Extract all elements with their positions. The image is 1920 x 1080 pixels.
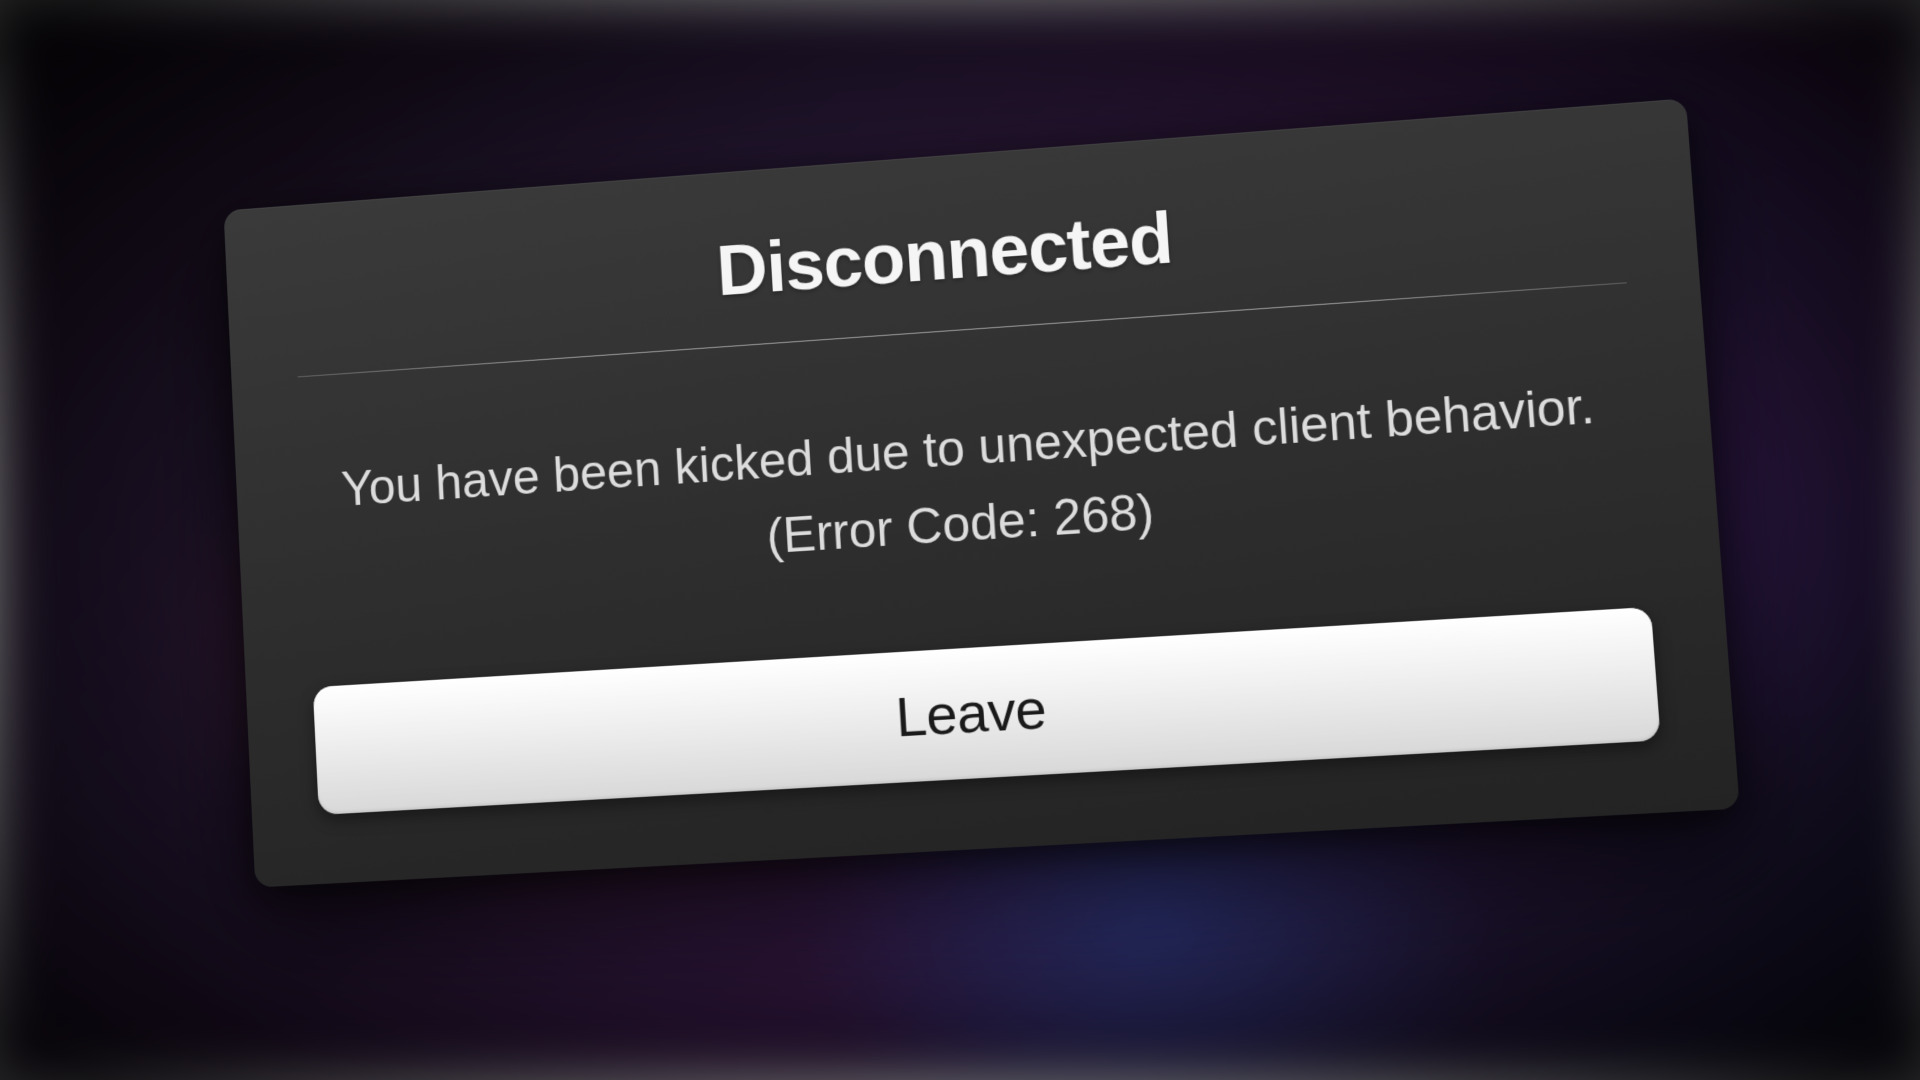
dialog-title: Disconnected [292, 165, 1624, 343]
disconnect-dialog: Disconnected You have been kicked due to… [224, 99, 1740, 888]
leave-button[interactable]: Leave [313, 607, 1661, 815]
